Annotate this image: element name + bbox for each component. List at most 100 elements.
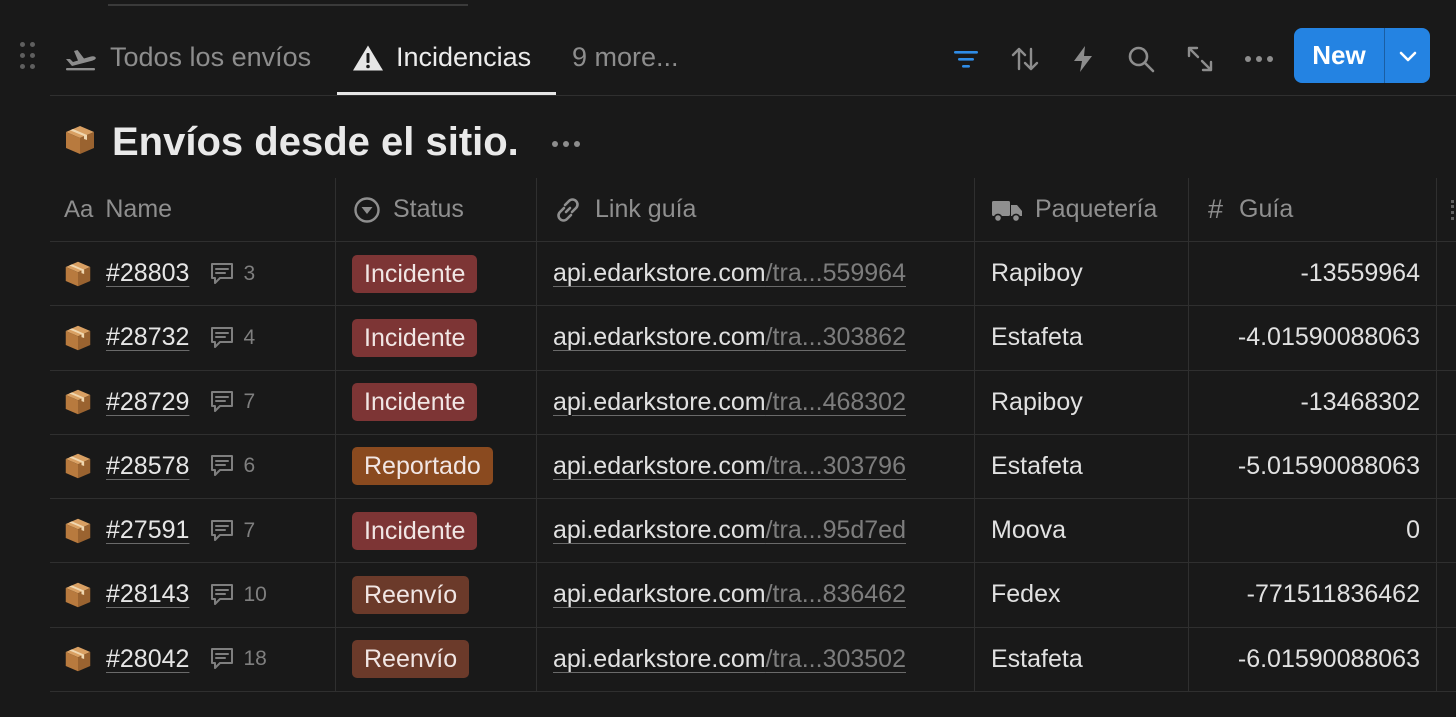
cell-status[interactable]: Reenvío xyxy=(352,628,532,691)
cell-link[interactable]: api.edarkstore.com/tra...468302 xyxy=(553,371,963,434)
table-row[interactable]: #28578 6 Reportado api.edarkstore.com/tr… xyxy=(50,435,1456,500)
cell-name[interactable]: #27591 7 xyxy=(64,499,324,562)
table-row[interactable]: #27591 7 Incidente api.edarkstore.com/tr… xyxy=(50,499,1456,564)
expand-icon[interactable] xyxy=(1180,42,1220,76)
database-more-icon[interactable] xyxy=(548,130,584,158)
order-name[interactable]: #28729 xyxy=(106,388,189,417)
column-header-overflow[interactable] xyxy=(1445,178,1456,241)
link-host: api.edarkstore.com xyxy=(553,259,766,287)
column-header-status[interactable]: Status xyxy=(353,178,464,241)
column-header-name[interactable]: Aa Name xyxy=(64,178,172,241)
tab-label: Todos los envíos xyxy=(110,42,312,72)
cell-name[interactable]: #28803 3 xyxy=(64,242,324,305)
link-path: /tra...95d7ed xyxy=(765,516,906,545)
link-path: /tra...468302 xyxy=(765,387,906,416)
cell-status[interactable]: Incidente xyxy=(352,242,532,305)
order-name[interactable]: #28732 xyxy=(106,323,189,352)
tracking-link[interactable]: api.edarkstore.com/tra...303796 xyxy=(553,452,906,481)
table-row[interactable]: #28729 7 Incidente api.edarkstore.com/tr… xyxy=(50,371,1456,435)
tracking-link[interactable]: api.edarkstore.com/tra...836462 xyxy=(553,580,906,609)
comment-count[interactable]: 6 xyxy=(209,454,255,478)
cell-guia[interactable]: -4.01590088063 xyxy=(1189,306,1437,369)
tracking-link[interactable]: api.edarkstore.com/tra...559964 xyxy=(553,259,906,288)
order-name[interactable]: #27591 xyxy=(106,516,189,545)
link-path: /tra...559964 xyxy=(765,259,906,287)
cell-name[interactable]: #28578 6 xyxy=(64,435,324,498)
cell-name[interactable]: #28732 4 xyxy=(64,306,324,369)
cell-paqueteria[interactable]: Estafeta xyxy=(991,435,1191,498)
guia-value: 0 xyxy=(1406,516,1420,545)
guia-value: -6.01590088063 xyxy=(1237,644,1420,673)
cell-guia[interactable]: 0 xyxy=(1189,499,1437,562)
column-header-link[interactable]: Link guía xyxy=(553,178,696,241)
cell-name[interactable]: #28042 18 xyxy=(64,628,324,691)
cell-paqueteria[interactable]: Estafeta xyxy=(991,628,1191,691)
filter-icon[interactable] xyxy=(946,42,986,76)
order-name[interactable]: #28143 xyxy=(106,580,189,609)
tracking-link[interactable]: api.edarkstore.com/tra...303862 xyxy=(553,323,906,352)
link-path: /tra...303862 xyxy=(765,323,906,352)
cell-status[interactable]: Incidente xyxy=(352,499,532,562)
order-name[interactable]: #28803 xyxy=(106,259,189,288)
cell-status[interactable]: Incidente xyxy=(352,371,532,434)
comment-count[interactable]: 18 xyxy=(209,647,267,671)
new-button[interactable]: New xyxy=(1294,28,1430,83)
cell-link[interactable]: api.edarkstore.com/tra...836462 xyxy=(553,563,963,626)
tab-more-views[interactable]: 9 more... xyxy=(572,20,679,95)
cell-link[interactable]: api.edarkstore.com/tra...303862 xyxy=(553,306,963,369)
table-row[interactable]: #28042 18 Reenvío api.edarkstore.com/tra… xyxy=(50,628,1456,693)
link-host: api.edarkstore.com xyxy=(553,516,766,545)
cell-guia[interactable]: -5.01590088063 xyxy=(1189,435,1437,498)
cell-status[interactable]: Incidente xyxy=(352,306,532,369)
comment-count[interactable]: 3 xyxy=(209,262,255,286)
comment-count[interactable]: 4 xyxy=(209,326,255,350)
search-icon[interactable] xyxy=(1121,42,1161,76)
cell-paqueteria[interactable]: Rapiboy xyxy=(991,371,1191,434)
order-name[interactable]: #28042 xyxy=(106,645,189,674)
cell-status[interactable]: Reenvío xyxy=(352,563,532,626)
tab-incidencias[interactable]: Incidencias xyxy=(352,20,531,95)
more-icon[interactable] xyxy=(1239,42,1279,76)
table-row[interactable]: #28143 10 Reenvío api.edarkstore.com/tra… xyxy=(50,563,1456,628)
comment-count[interactable]: 7 xyxy=(209,390,255,414)
cell-paqueteria[interactable]: Fedex xyxy=(991,563,1191,626)
cell-guia[interactable]: -13559964 xyxy=(1189,242,1437,305)
comment-count[interactable]: 7 xyxy=(209,519,255,543)
guia-value: -13559964 xyxy=(1300,259,1420,287)
drag-handle-icon[interactable] xyxy=(18,40,38,72)
cell-link[interactable]: api.edarkstore.com/tra...303796 xyxy=(553,435,963,498)
cell-link[interactable]: api.edarkstore.com/tra...303502 xyxy=(553,628,963,691)
cell-paqueteria[interactable]: Rapiboy xyxy=(991,242,1191,305)
cell-paqueteria[interactable]: Estafeta xyxy=(991,306,1191,369)
column-header-paqueteria[interactable]: Paquetería xyxy=(991,178,1157,241)
status-badge: Incidente xyxy=(352,254,478,293)
cell-guia[interactable]: -6.01590088063 xyxy=(1189,628,1437,691)
link-host: api.edarkstore.com xyxy=(553,451,766,480)
truck-icon xyxy=(991,197,1023,223)
cell-guia[interactable]: -13468302 xyxy=(1189,371,1437,434)
more-columns-icon xyxy=(1451,199,1456,220)
lightning-icon[interactable] xyxy=(1063,42,1103,76)
table-row[interactable]: #28803 3 Incidente api.edarkstore.com/tr… xyxy=(50,242,1456,307)
chevron-down-icon[interactable] xyxy=(1385,28,1430,83)
table-row[interactable]: #28732 4 Incidente api.edarkstore.com/tr… xyxy=(50,306,1456,371)
cell-link[interactable]: api.edarkstore.com/tra...95d7ed xyxy=(553,499,963,562)
order-name[interactable]: #28578 xyxy=(106,452,189,481)
column-divider xyxy=(335,178,336,242)
new-button-label: New xyxy=(1312,40,1366,70)
table-header: Aa Name Status Link guía Paquetería # Gu… xyxy=(50,178,1456,242)
tracking-link[interactable]: api.edarkstore.com/tra...95d7ed xyxy=(553,516,906,545)
cell-name[interactable]: #28729 7 xyxy=(64,371,324,434)
cell-name[interactable]: #28143 10 xyxy=(64,563,324,626)
cell-paqueteria[interactable]: Moova xyxy=(991,499,1191,562)
cell-status[interactable]: Reportado xyxy=(352,435,532,498)
tracking-link[interactable]: api.edarkstore.com/tra...468302 xyxy=(553,388,906,417)
column-header-guia[interactable]: # Guía xyxy=(1208,178,1293,241)
sort-icon[interactable] xyxy=(1005,42,1045,76)
tab-todos-los-envios[interactable]: Todos los envíos xyxy=(64,20,311,95)
cell-guia[interactable]: -771511836462 xyxy=(1189,563,1437,626)
cell-link[interactable]: api.edarkstore.com/tra...559964 xyxy=(553,242,963,305)
database-title[interactable]: Envíos desde el sitio. xyxy=(112,120,519,165)
comment-count[interactable]: 10 xyxy=(209,583,267,607)
tracking-link[interactable]: api.edarkstore.com/tra...303502 xyxy=(553,645,906,674)
